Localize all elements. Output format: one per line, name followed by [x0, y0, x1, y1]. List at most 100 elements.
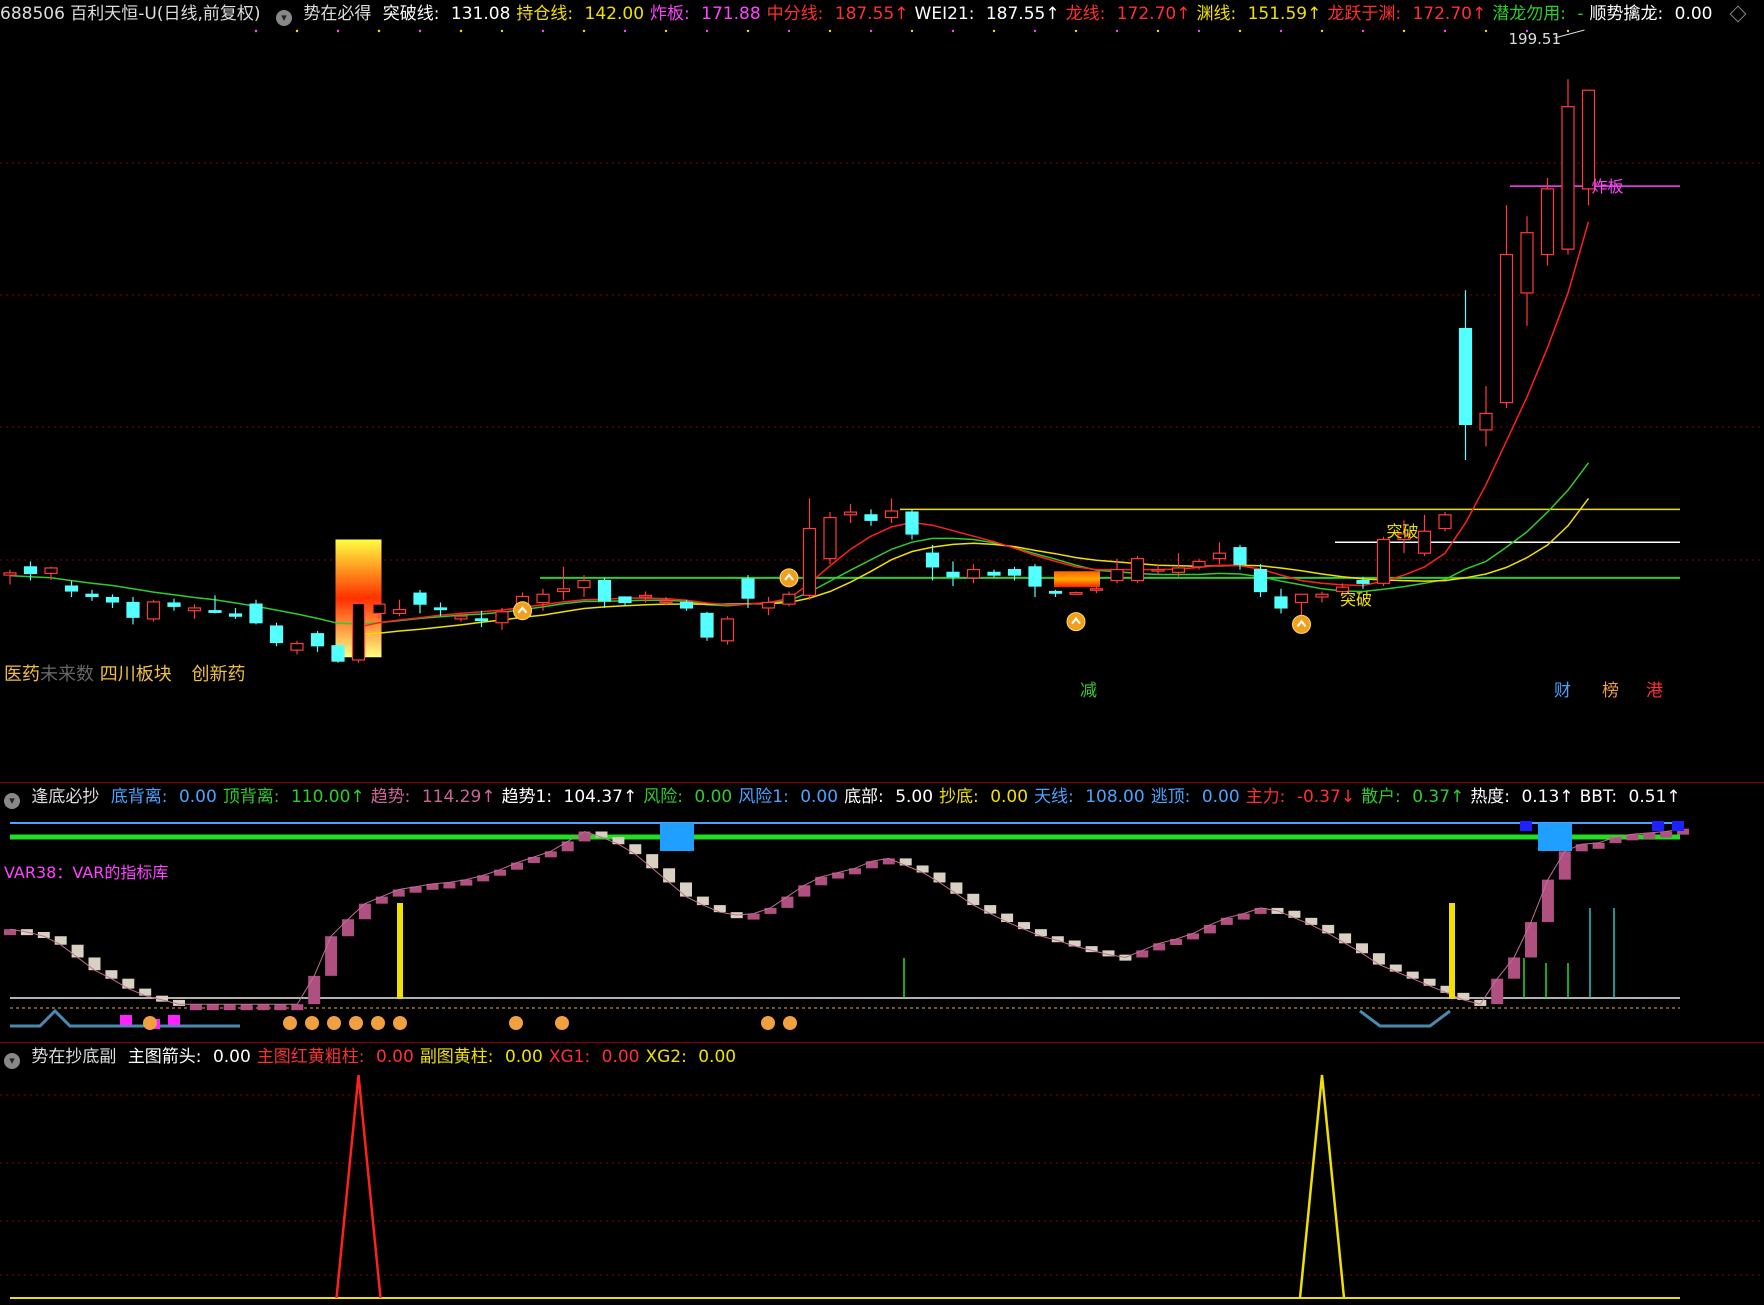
candle-body	[228, 613, 243, 617]
candle-body	[802, 527, 817, 596]
candle-body	[1212, 552, 1227, 560]
marker-dot	[787, 29, 791, 33]
high-price-label: 199.51	[1509, 30, 1562, 48]
marker-dot	[1320, 29, 1324, 33]
trend-bar	[1643, 832, 1656, 839]
trend-bar	[1609, 837, 1622, 844]
marker-dot	[1443, 29, 1447, 33]
candle-body	[208, 610, 222, 613]
marker-dot	[1197, 29, 1201, 33]
trend-bar	[1356, 943, 1368, 954]
marker-dot	[1156, 29, 1160, 33]
sub2-spike-chart[interactable]	[0, 1043, 1764, 1305]
trend-bar	[916, 865, 929, 873]
candle-body	[1499, 254, 1514, 404]
marker-dot	[623, 29, 627, 33]
candle-body	[413, 592, 427, 605]
trend-bar	[1575, 844, 1588, 852]
tag-jian[interactable]: 减	[1080, 676, 1097, 701]
tag-gang[interactable]: 港	[1646, 676, 1663, 701]
sector-tag-2[interactable]: 未来数	[40, 664, 94, 685]
buy-arrow-icon	[1066, 612, 1086, 632]
candle-body	[1171, 567, 1186, 573]
candle-body	[556, 588, 571, 593]
bottom-curve	[1359, 1009, 1451, 1028]
trend-bar	[950, 882, 963, 894]
main-chart-panel[interactable]: 688506 百利天恒-U(日线,前复权) ▾ 势在必得 突破线: 131.08…	[0, 0, 1764, 701]
candle-body	[1356, 579, 1370, 584]
tag-cai[interactable]: 财	[1554, 676, 1571, 701]
candle-body	[1315, 593, 1329, 598]
candle-body	[577, 579, 591, 589]
trend-bar	[1018, 922, 1030, 930]
trend-bar	[105, 970, 118, 979]
candle-body	[1110, 569, 1124, 582]
trend-bar	[747, 913, 760, 920]
tag-bang[interactable]: 榜	[1602, 676, 1619, 701]
trend-bar	[443, 882, 456, 889]
tupo-label: 突破	[1387, 522, 1419, 541]
marker-dot	[582, 29, 586, 33]
trend-bar	[1136, 950, 1149, 958]
pointing-hand-icon	[509, 1016, 523, 1030]
candle-body	[64, 585, 79, 592]
buy-arrow-icon	[779, 568, 799, 588]
trend-bar	[257, 1004, 270, 1011]
marker-dot	[869, 29, 873, 33]
sub-chart-2-panel[interactable]: ▾ 势在抄底副 主图箭头: 0.00 主图红黄粗柱: 0.00 副图黄柱: 0.00…	[0, 1042, 1764, 1305]
trend-bar	[595, 831, 608, 838]
candle-body	[1520, 232, 1534, 294]
trend-bar	[1305, 917, 1318, 925]
marker-dot	[254, 29, 258, 33]
candle-body	[269, 625, 284, 644]
trend-bar	[206, 1004, 219, 1011]
candle-body	[351, 602, 366, 661]
candle-body	[290, 642, 304, 651]
escape-top-marker	[1520, 821, 1532, 831]
bottom-signal-bar	[397, 903, 403, 999]
candle-body	[1192, 560, 1206, 568]
trend-bar	[1220, 917, 1233, 925]
trend-bar	[71, 944, 84, 958]
sector-tag-1[interactable]: 医药	[4, 664, 40, 685]
candle-body	[1417, 530, 1432, 554]
marker-dot	[746, 29, 750, 33]
candle-body	[167, 602, 181, 607]
escape-top-block	[1538, 823, 1572, 851]
trend-bar	[1288, 910, 1301, 918]
pointing-hand-icon	[143, 1016, 157, 1030]
trend-bar	[122, 978, 135, 989]
marker-dot	[336, 29, 340, 33]
marker-dot	[1115, 29, 1119, 33]
sub1-bar-chart[interactable]	[0, 783, 1764, 1043]
candle-body	[146, 601, 161, 620]
trend-bar	[781, 896, 794, 908]
candle-body	[905, 511, 919, 535]
marker-dot	[992, 29, 996, 33]
sub-chart-1-panel[interactable]: ▾ 逢底必抄 底背离: 0.00 顶背离: 110.00↑ 趋势: 114.29↑ 趋…	[0, 782, 1764, 1043]
main-candlestick-chart[interactable]: 199.51← 96.21炸板突破突破	[0, 0, 1764, 695]
marker-dot	[1074, 29, 1078, 33]
candle-body	[536, 593, 550, 604]
candle-body	[1479, 412, 1493, 431]
trend-bar	[291, 1004, 304, 1011]
sector-tag-3[interactable]: 四川板块	[100, 664, 172, 685]
marker-dot	[951, 29, 955, 33]
trend-bar	[511, 862, 523, 870]
pointing-hand-icon	[283, 1016, 297, 1030]
candle-body	[1007, 569, 1022, 576]
escape-top-block	[660, 823, 694, 851]
candle-body	[1028, 566, 1042, 587]
trend-bar	[223, 1004, 236, 1011]
tupo-label: 突破	[1340, 590, 1372, 609]
candle-body	[1540, 188, 1555, 256]
candle-body	[1294, 593, 1309, 604]
trend-bar	[325, 936, 338, 976]
marker-dot	[295, 29, 299, 33]
trend-bar	[1457, 992, 1470, 1000]
marker-dot	[541, 29, 545, 33]
candle-body	[1458, 327, 1473, 426]
trend-bar	[358, 903, 371, 920]
trend-bar	[865, 861, 878, 869]
sector-tag-4[interactable]: 创新药	[191, 664, 245, 685]
